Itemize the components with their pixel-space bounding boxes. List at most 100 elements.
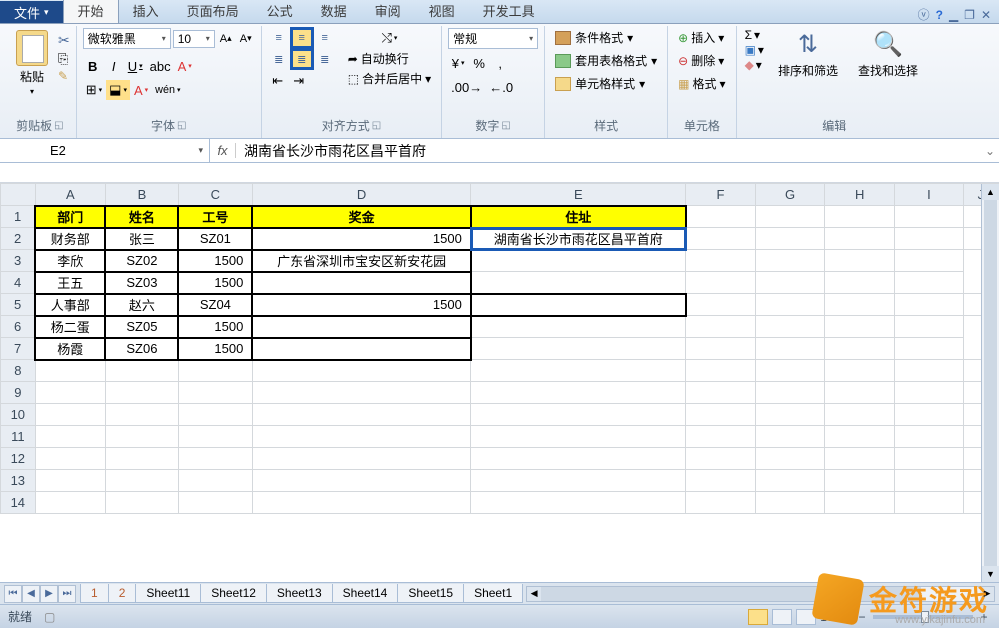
- cell-B2[interactable]: 张三: [105, 228, 178, 250]
- cell-I4[interactable]: [825, 272, 895, 294]
- cell-D12[interactable]: [252, 448, 471, 470]
- table-format-button[interactable]: 套用表格格式▾: [551, 51, 661, 70]
- cell-I6[interactable]: [825, 316, 895, 338]
- cell-C7[interactable]: SZ06: [105, 338, 178, 360]
- vertical-scrollbar[interactable]: ▲ ▼: [981, 184, 999, 582]
- cell-C11[interactable]: [178, 426, 252, 448]
- vscroll-thumb[interactable]: [984, 200, 997, 566]
- name-box-input[interactable]: [0, 143, 192, 158]
- cell-A9[interactable]: [35, 382, 105, 404]
- cell-H5[interactable]: [825, 294, 895, 316]
- underline-button[interactable]: U▾: [125, 56, 146, 76]
- font-size-combo[interactable]: 10▾: [173, 30, 215, 48]
- cell-E14[interactable]: [471, 492, 686, 514]
- cell-E8[interactable]: [471, 360, 686, 382]
- cell-G13[interactable]: [755, 470, 825, 492]
- orientation-icon[interactable]: ⤭▾: [344, 28, 435, 48]
- cell-H13[interactable]: [825, 470, 895, 492]
- cell-A1[interactable]: 部门: [35, 206, 105, 228]
- normal-view-icon[interactable]: [748, 609, 768, 625]
- name-box[interactable]: ▾: [0, 139, 210, 162]
- conditional-format-button[interactable]: 条件格式▾: [551, 28, 661, 47]
- cell-F3[interactable]: [471, 250, 686, 272]
- number-dialog-icon[interactable]: ◱: [501, 120, 510, 131]
- cell-B11[interactable]: [105, 426, 178, 448]
- align-right-icon[interactable]: ≣: [314, 49, 336, 69]
- select-all-corner[interactable]: [1, 184, 36, 206]
- row-header-4[interactable]: 4: [1, 272, 36, 294]
- cell-G1[interactable]: [755, 206, 825, 228]
- phonetic-button[interactable]: wén▾: [152, 80, 183, 100]
- row-header-1[interactable]: 1: [1, 206, 36, 228]
- cell-H3[interactable]: [755, 250, 825, 272]
- tab-home[interactable]: 开始: [63, 0, 119, 23]
- row-header-12[interactable]: 12: [1, 448, 36, 470]
- sort-filter-button[interactable]: ⇅ 排序和筛选: [770, 28, 846, 115]
- cell-J6[interactable]: [895, 316, 964, 338]
- align-bottom-icon[interactable]: ≡: [314, 28, 336, 48]
- tab-formula[interactable]: 公式: [253, 0, 307, 23]
- row-header-11[interactable]: 11: [1, 426, 36, 448]
- formula-input[interactable]: 湖南省长沙市雨花区昌平首府: [236, 141, 981, 161]
- align-center-icon[interactable]: ≣: [291, 49, 313, 69]
- cell-F10[interactable]: [686, 404, 755, 426]
- file-tab[interactable]: 文件: [0, 1, 63, 23]
- sheet-tab-2[interactable]: 2: [108, 584, 137, 603]
- paste-button[interactable]: 粘贴 ▾: [10, 28, 54, 115]
- help-icon[interactable]: ?: [936, 8, 943, 22]
- cell-C5[interactable]: SZ04: [178, 294, 252, 316]
- fill-color-button[interactable]: ⬓▾: [106, 80, 130, 100]
- cell-G11[interactable]: [755, 426, 825, 448]
- cell-H7[interactable]: [755, 338, 825, 360]
- minimize-ribbon-icon[interactable]: ⓥ: [918, 6, 930, 23]
- col-header-H[interactable]: H: [825, 184, 895, 206]
- cell-F13[interactable]: [686, 470, 755, 492]
- cell-E4[interactable]: [252, 272, 471, 294]
- cell-C6[interactable]: SZ05: [105, 316, 178, 338]
- window-restore-icon[interactable]: ❐: [964, 8, 975, 22]
- cell-C3[interactable]: SZ02: [105, 250, 178, 272]
- sheet-tab-Sheet14[interactable]: Sheet14: [332, 584, 399, 603]
- cell-F7[interactable]: [471, 338, 686, 360]
- autosum-button[interactable]: Σ▾: [743, 28, 766, 42]
- col-header-E[interactable]: E: [471, 184, 686, 206]
- sheet-tab-Sheet11[interactable]: Sheet11: [135, 584, 201, 603]
- cell-I9[interactable]: [895, 382, 964, 404]
- window-minimize-icon[interactable]: ▁: [949, 8, 958, 22]
- tab-insert[interactable]: 插入: [119, 0, 173, 23]
- cell-B3[interactable]: 李欣: [35, 250, 105, 272]
- cell-D7[interactable]: 1500: [178, 338, 252, 360]
- delete-cells-button[interactable]: ⊖删除▾: [674, 51, 729, 70]
- cell-D5[interactable]: 1500: [252, 294, 471, 316]
- cell-D13[interactable]: [252, 470, 471, 492]
- cell-F9[interactable]: [686, 382, 755, 404]
- row-header-2[interactable]: 2: [1, 228, 36, 250]
- sheet-tab-Sheet15[interactable]: Sheet15: [397, 584, 464, 603]
- cell-F8[interactable]: [686, 360, 755, 382]
- row-header-10[interactable]: 10: [1, 404, 36, 426]
- col-header-F[interactable]: F: [686, 184, 755, 206]
- bold-button[interactable]: B: [83, 56, 103, 76]
- cut-icon[interactable]: ✂: [58, 32, 70, 49]
- cell-G3[interactable]: [686, 250, 755, 272]
- sheet-tab-Sheet13[interactable]: Sheet13: [266, 584, 333, 603]
- increase-decimal-icon[interactable]: .00→: [448, 77, 485, 97]
- cell-E10[interactable]: [471, 404, 686, 426]
- cell-G14[interactable]: [755, 492, 825, 514]
- cell-J7[interactable]: [895, 338, 964, 360]
- cell-D8[interactable]: [252, 360, 471, 382]
- cell-I2[interactable]: [895, 228, 964, 250]
- strikethrough-button[interactable]: abc: [147, 56, 174, 76]
- copy-icon[interactable]: ⎘: [58, 51, 70, 67]
- clear-button[interactable]: ◆▾: [743, 58, 766, 72]
- increase-indent-icon[interactable]: ⇥: [289, 71, 309, 91]
- cell-E12[interactable]: [471, 448, 686, 470]
- cell-A11[interactable]: [35, 426, 105, 448]
- cell-H14[interactable]: [825, 492, 895, 514]
- cell-I8[interactable]: [895, 360, 964, 382]
- row-header-3[interactable]: 3: [1, 250, 36, 272]
- row-header-6[interactable]: 6: [1, 316, 36, 338]
- cell-I3[interactable]: [825, 250, 895, 272]
- accounting-format-icon[interactable]: ¥▾: [448, 53, 468, 73]
- cell-H2[interactable]: [825, 228, 895, 250]
